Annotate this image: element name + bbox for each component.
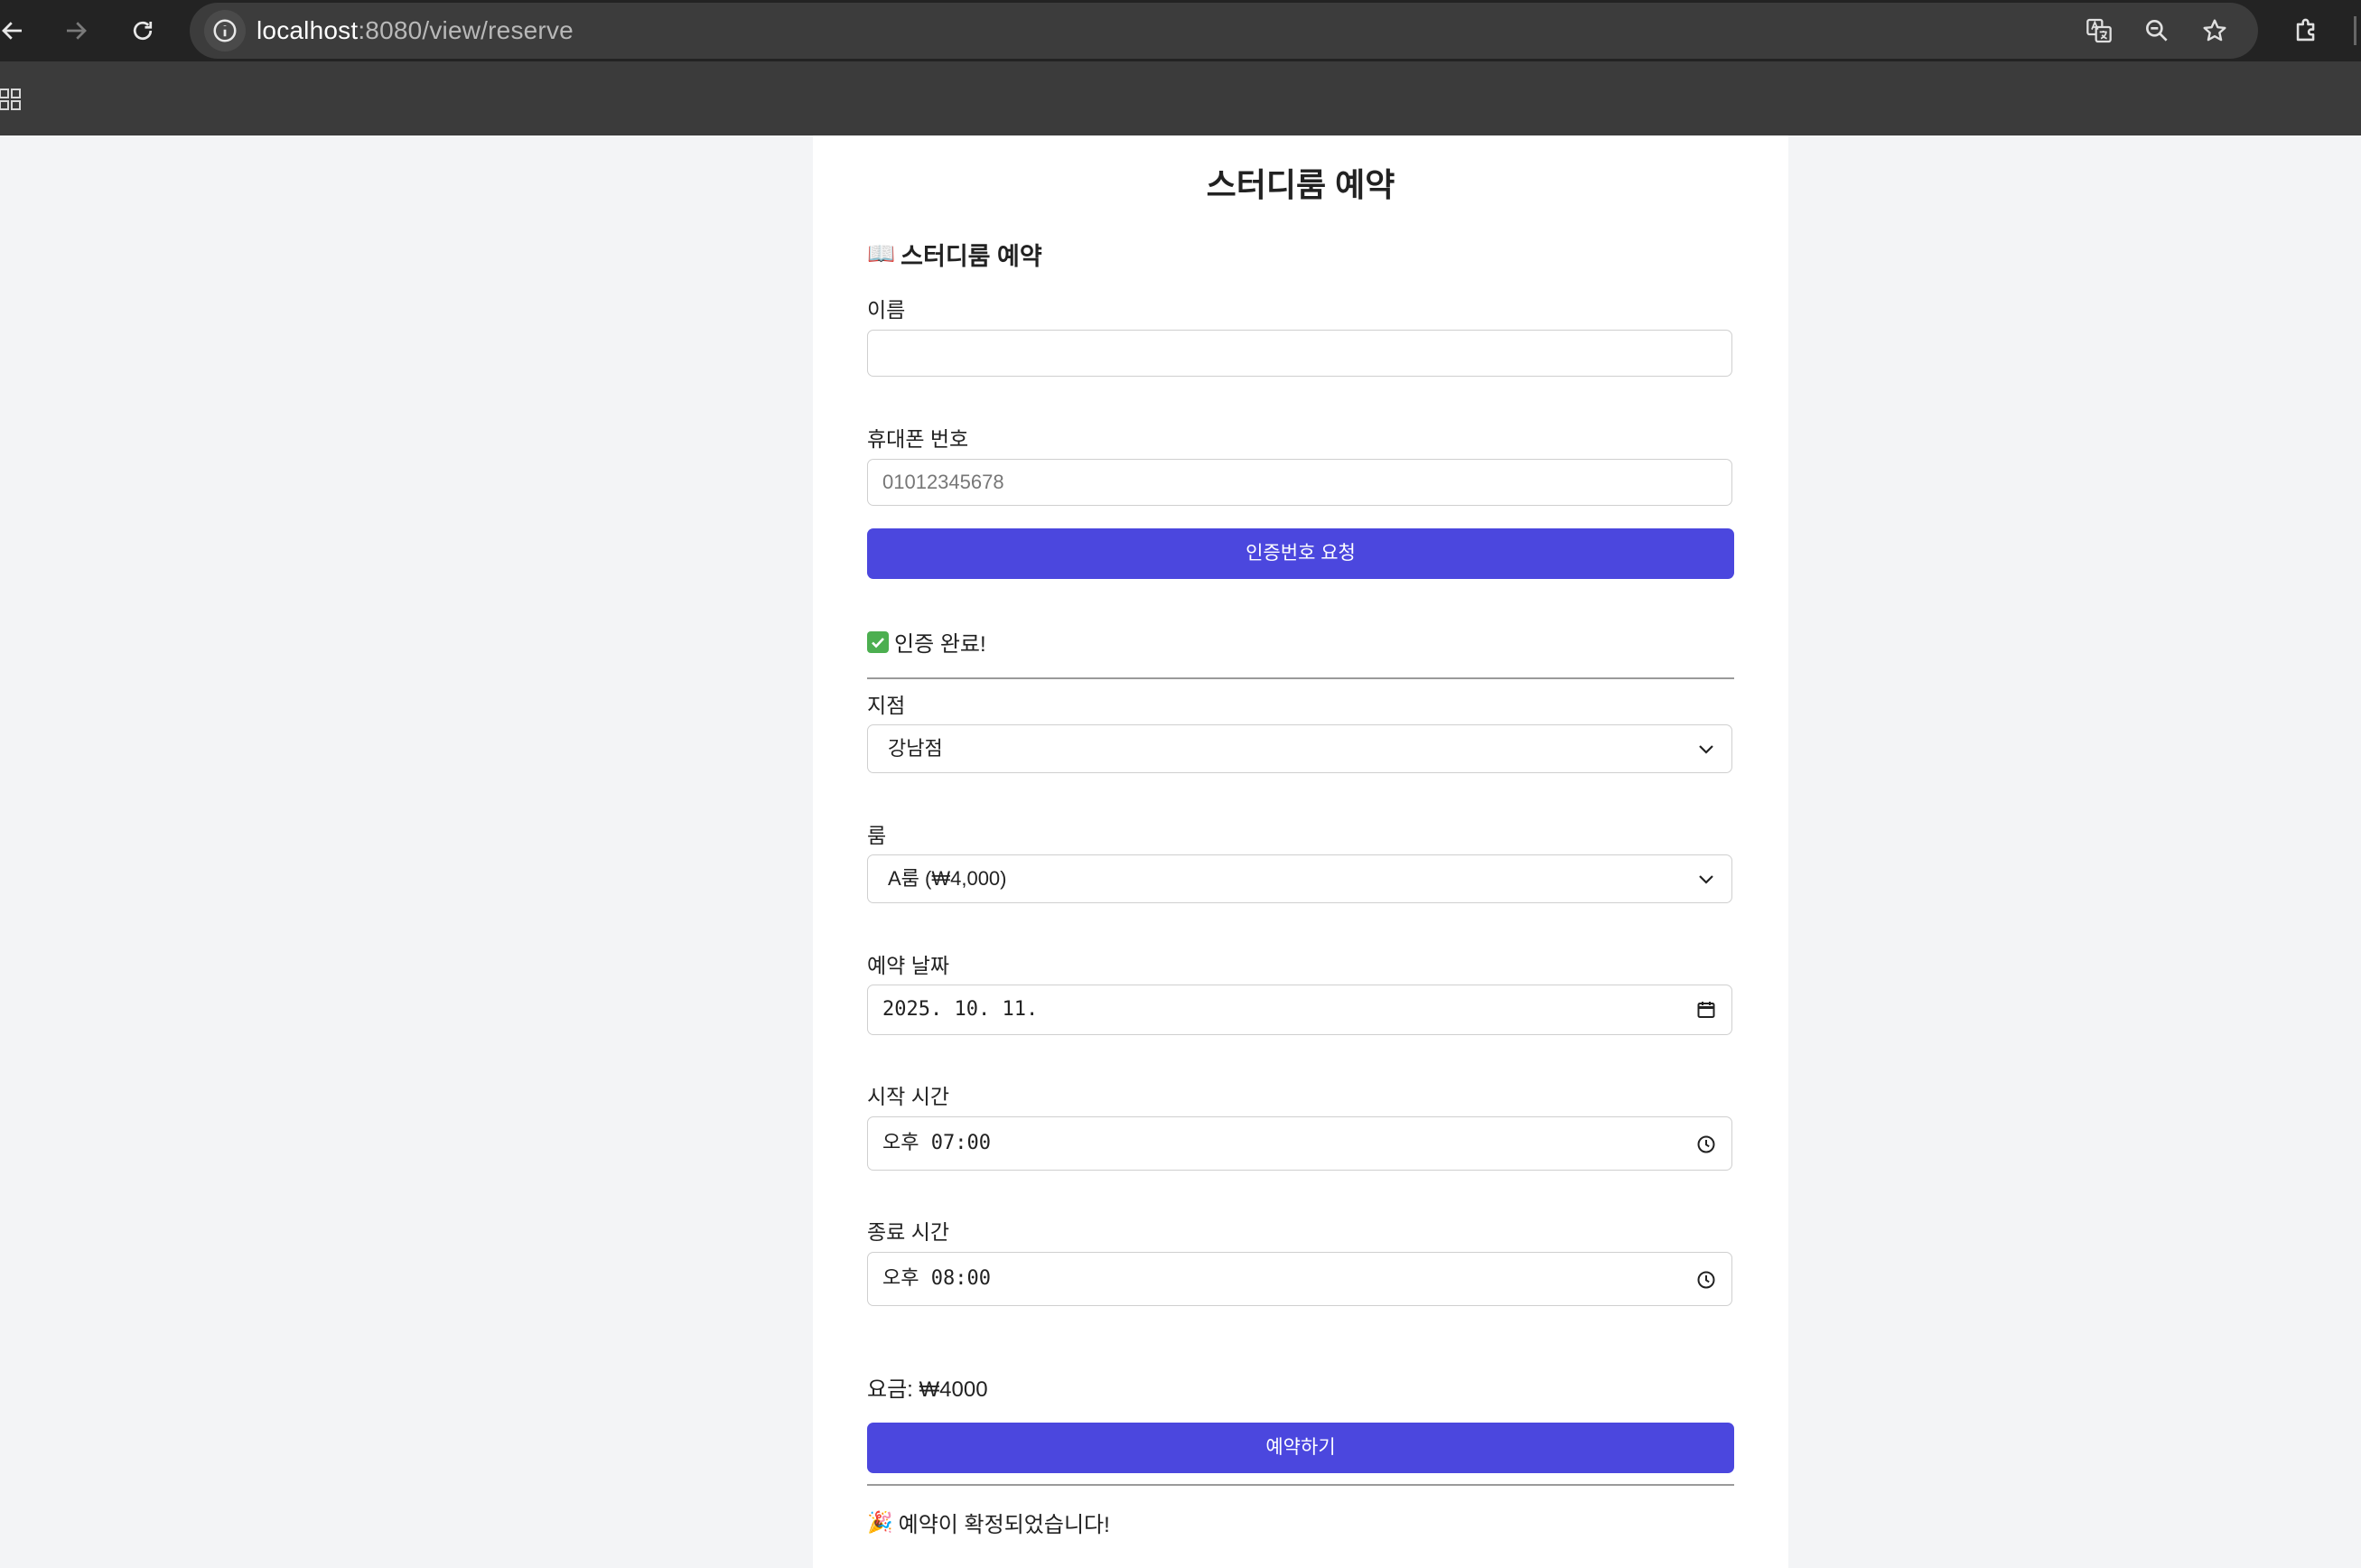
zoom-icon (2146, 20, 2168, 42)
phone-input[interactable]: 01012345678 (867, 459, 1732, 506)
puzzle-icon (2296, 18, 2315, 42)
name-label: 이름 (867, 298, 906, 322)
date-input[interactable]: 2025. 10. 11. (867, 985, 1732, 1035)
reload-button[interactable] (123, 11, 163, 51)
verify-status-text: 인증 완료! (894, 632, 986, 657)
end-time-value: 오후 08:00 (882, 1267, 991, 1290)
page-title: 스터디룸 예약 (1206, 166, 1395, 203)
confirm-message: 🎉 예약이 확정되었습니다! (867, 1507, 1110, 1538)
address-bar[interactable]: localhost:8080/view/reserve (190, 3, 2258, 59)
url-text[interactable]: localhost:8080/view/reserve (257, 3, 574, 59)
book-icon: 📖 (867, 241, 896, 266)
date-value: 2025. 10. 11. (882, 998, 1039, 1021)
date-label: 예약 날짜 (867, 954, 950, 977)
branch-select[interactable]: 강남점 (867, 724, 1732, 773)
zoom-button[interactable] (2141, 14, 2173, 47)
star-icon (2203, 19, 2226, 42)
name-input[interactable] (867, 330, 1732, 377)
check-mark-icon (867, 630, 889, 653)
browser-toolbar: localhost:8080/view/reserve (0, 0, 2361, 61)
translate-icon (2086, 18, 2112, 43)
reserve-button[interactable]: 예약하기 (867, 1423, 1734, 1473)
chevron-down-icon (1699, 875, 1713, 884)
request-code-button[interactable]: 인증번호 요청 (867, 528, 1734, 579)
section-title: 📖 스터디룸 예약 (867, 237, 1042, 272)
clock-icon[interactable] (1695, 1269, 1717, 1291)
bookmarks-bar (0, 61, 2361, 135)
forward-arrow-icon (67, 22, 87, 40)
info-icon (213, 19, 237, 42)
start-time-label: 시작 시간 (867, 1085, 950, 1108)
room-value: A룸 (₩4,000) (888, 867, 1007, 890)
start-time-input[interactable]: 오후 07:00 (867, 1116, 1732, 1171)
bookmark-button[interactable] (2198, 14, 2231, 47)
back-button[interactable] (0, 11, 33, 51)
url-path: :8080/view/reserve (358, 16, 574, 44)
calendar-icon[interactable] (1695, 999, 1717, 1021)
forward-button[interactable] (56, 11, 96, 51)
phone-placeholder: 01012345678 (882, 471, 1004, 493)
apps-grid-icon[interactable] (0, 89, 23, 112)
reservation-card: 스터디룸 예약 📖 스터디룸 예약 이름 휴대폰 번호 01012345678 … (813, 135, 1788, 1568)
confirm-message-text: 예약이 확정되었습니다! (898, 1513, 1110, 1537)
chevron-down-icon (1699, 745, 1713, 754)
verify-status: 인증 완료! (867, 626, 986, 658)
party-popper-icon: 🎉 (867, 1510, 893, 1534)
section-divider (867, 677, 1734, 679)
start-time-value: 오후 07:00 (882, 1132, 991, 1154)
end-time-label: 종료 시간 (867, 1220, 950, 1244)
price-text: 요금: ₩4000 (867, 1377, 988, 1402)
clock-icon[interactable] (1695, 1134, 1717, 1155)
url-host: localhost (257, 16, 359, 44)
translate-button[interactable] (2083, 14, 2115, 47)
reload-icon (133, 21, 153, 41)
site-info-button[interactable] (204, 10, 246, 51)
extensions-button[interactable] (2289, 13, 2325, 49)
branch-label: 지점 (867, 694, 906, 717)
back-arrow-icon (2, 22, 22, 40)
room-label: 룸 (867, 824, 887, 847)
toolbar-divider (2354, 16, 2356, 45)
room-select[interactable]: A룸 (₩4,000) (867, 854, 1732, 903)
result-divider (867, 1484, 1734, 1486)
end-time-input[interactable]: 오후 08:00 (867, 1252, 1732, 1306)
branch-value: 강남점 (888, 737, 943, 760)
phone-label: 휴대폰 번호 (867, 427, 969, 451)
section-title-text: 스터디룸 예약 (901, 243, 1042, 270)
